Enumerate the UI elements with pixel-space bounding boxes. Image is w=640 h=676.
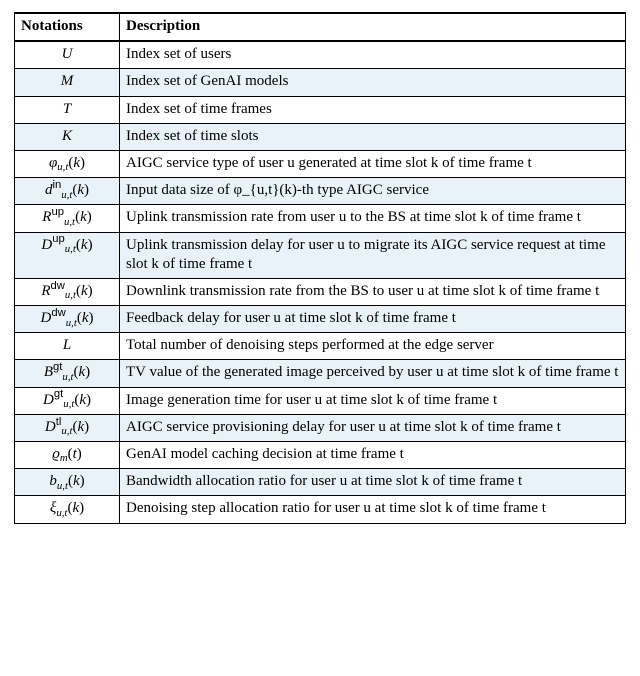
table-body: UIndex set of usersMIndex set of GenAI m… [15,41,626,523]
description-cell: Feedback delay for user u at time slot k… [120,306,626,333]
description-cell: Index set of time frames [120,96,626,123]
table-row: Dgtu,t(k)Image generation time for user … [15,387,626,414]
header-description: Description [120,13,626,41]
description-cell: Input data size of φ_{u,t}(k)-th type AI… [120,178,626,205]
table-row: bu,t(k)Bandwidth allocation ratio for us… [15,469,626,496]
table-row: dinu,t(k)Input data size of φ_{u,t}(k)-t… [15,178,626,205]
notation-cell: Dgtu,t(k) [15,387,120,414]
table-row: Ddwu,t(k)Feedback delay for user u at ti… [15,306,626,333]
table-row: Bgtu,t(k)TV value of the generated image… [15,360,626,387]
notation-cell: K [15,123,120,150]
table-row: φu,t(k)AIGC service type of user u gener… [15,150,626,177]
description-cell: Index set of users [120,41,626,69]
table-row: TIndex set of time frames [15,96,626,123]
description-cell: Uplink transmission delay for user u to … [120,232,626,278]
notation-cell: U [15,41,120,69]
description-cell: Downlink transmission rate from the BS t… [120,278,626,305]
notation-cell: M [15,69,120,96]
notation-cell: φu,t(k) [15,150,120,177]
table-row: Rdwu,t(k)Downlink transmission rate from… [15,278,626,305]
table-row: Rupu,t(k)Uplink transmission rate from u… [15,205,626,232]
description-cell: Uplink transmission rate from user u to … [120,205,626,232]
notation-cell: Dupu,t(k) [15,232,120,278]
description-cell: Denoising step allocation ratio for user… [120,496,626,523]
description-cell: AIGC service provisioning delay for user… [120,414,626,441]
table-row: ϱm(t)GenAI model caching decision at tim… [15,442,626,469]
description-cell: AIGC service type of user u generated at… [120,150,626,177]
notation-cell: ϱm(t) [15,442,120,469]
notation-cell: T [15,96,120,123]
table-row: Dtlu,t(k)AIGC service provisioning delay… [15,414,626,441]
notation-cell: Bgtu,t(k) [15,360,120,387]
notation-cell: ξu,t(k) [15,496,120,523]
table-row: MIndex set of GenAI models [15,69,626,96]
description-cell: Bandwidth allocation ratio for user u at… [120,469,626,496]
header-notations: Notations [15,13,120,41]
table-row: LTotal number of denoising steps perform… [15,333,626,360]
notations-table: Notations Description UIndex set of user… [14,12,626,524]
table-row: UIndex set of users [15,41,626,69]
description-cell: GenAI model caching decision at time fra… [120,442,626,469]
description-cell: Total number of denoising steps performe… [120,333,626,360]
notation-cell: Dtlu,t(k) [15,414,120,441]
description-cell: Index set of GenAI models [120,69,626,96]
table-row: KIndex set of time slots [15,123,626,150]
description-cell: TV value of the generated image perceive… [120,360,626,387]
notation-cell: L [15,333,120,360]
notation-cell: Rdwu,t(k) [15,278,120,305]
description-cell: Index set of time slots [120,123,626,150]
notation-cell: dinu,t(k) [15,178,120,205]
notation-cell: bu,t(k) [15,469,120,496]
notation-cell: Rupu,t(k) [15,205,120,232]
description-cell: Image generation time for user u at time… [120,387,626,414]
table-header-row: Notations Description [15,13,626,41]
notation-cell: Ddwu,t(k) [15,306,120,333]
table-row: ξu,t(k)Denoising step allocation ratio f… [15,496,626,523]
table-row: Dupu,t(k)Uplink transmission delay for u… [15,232,626,278]
